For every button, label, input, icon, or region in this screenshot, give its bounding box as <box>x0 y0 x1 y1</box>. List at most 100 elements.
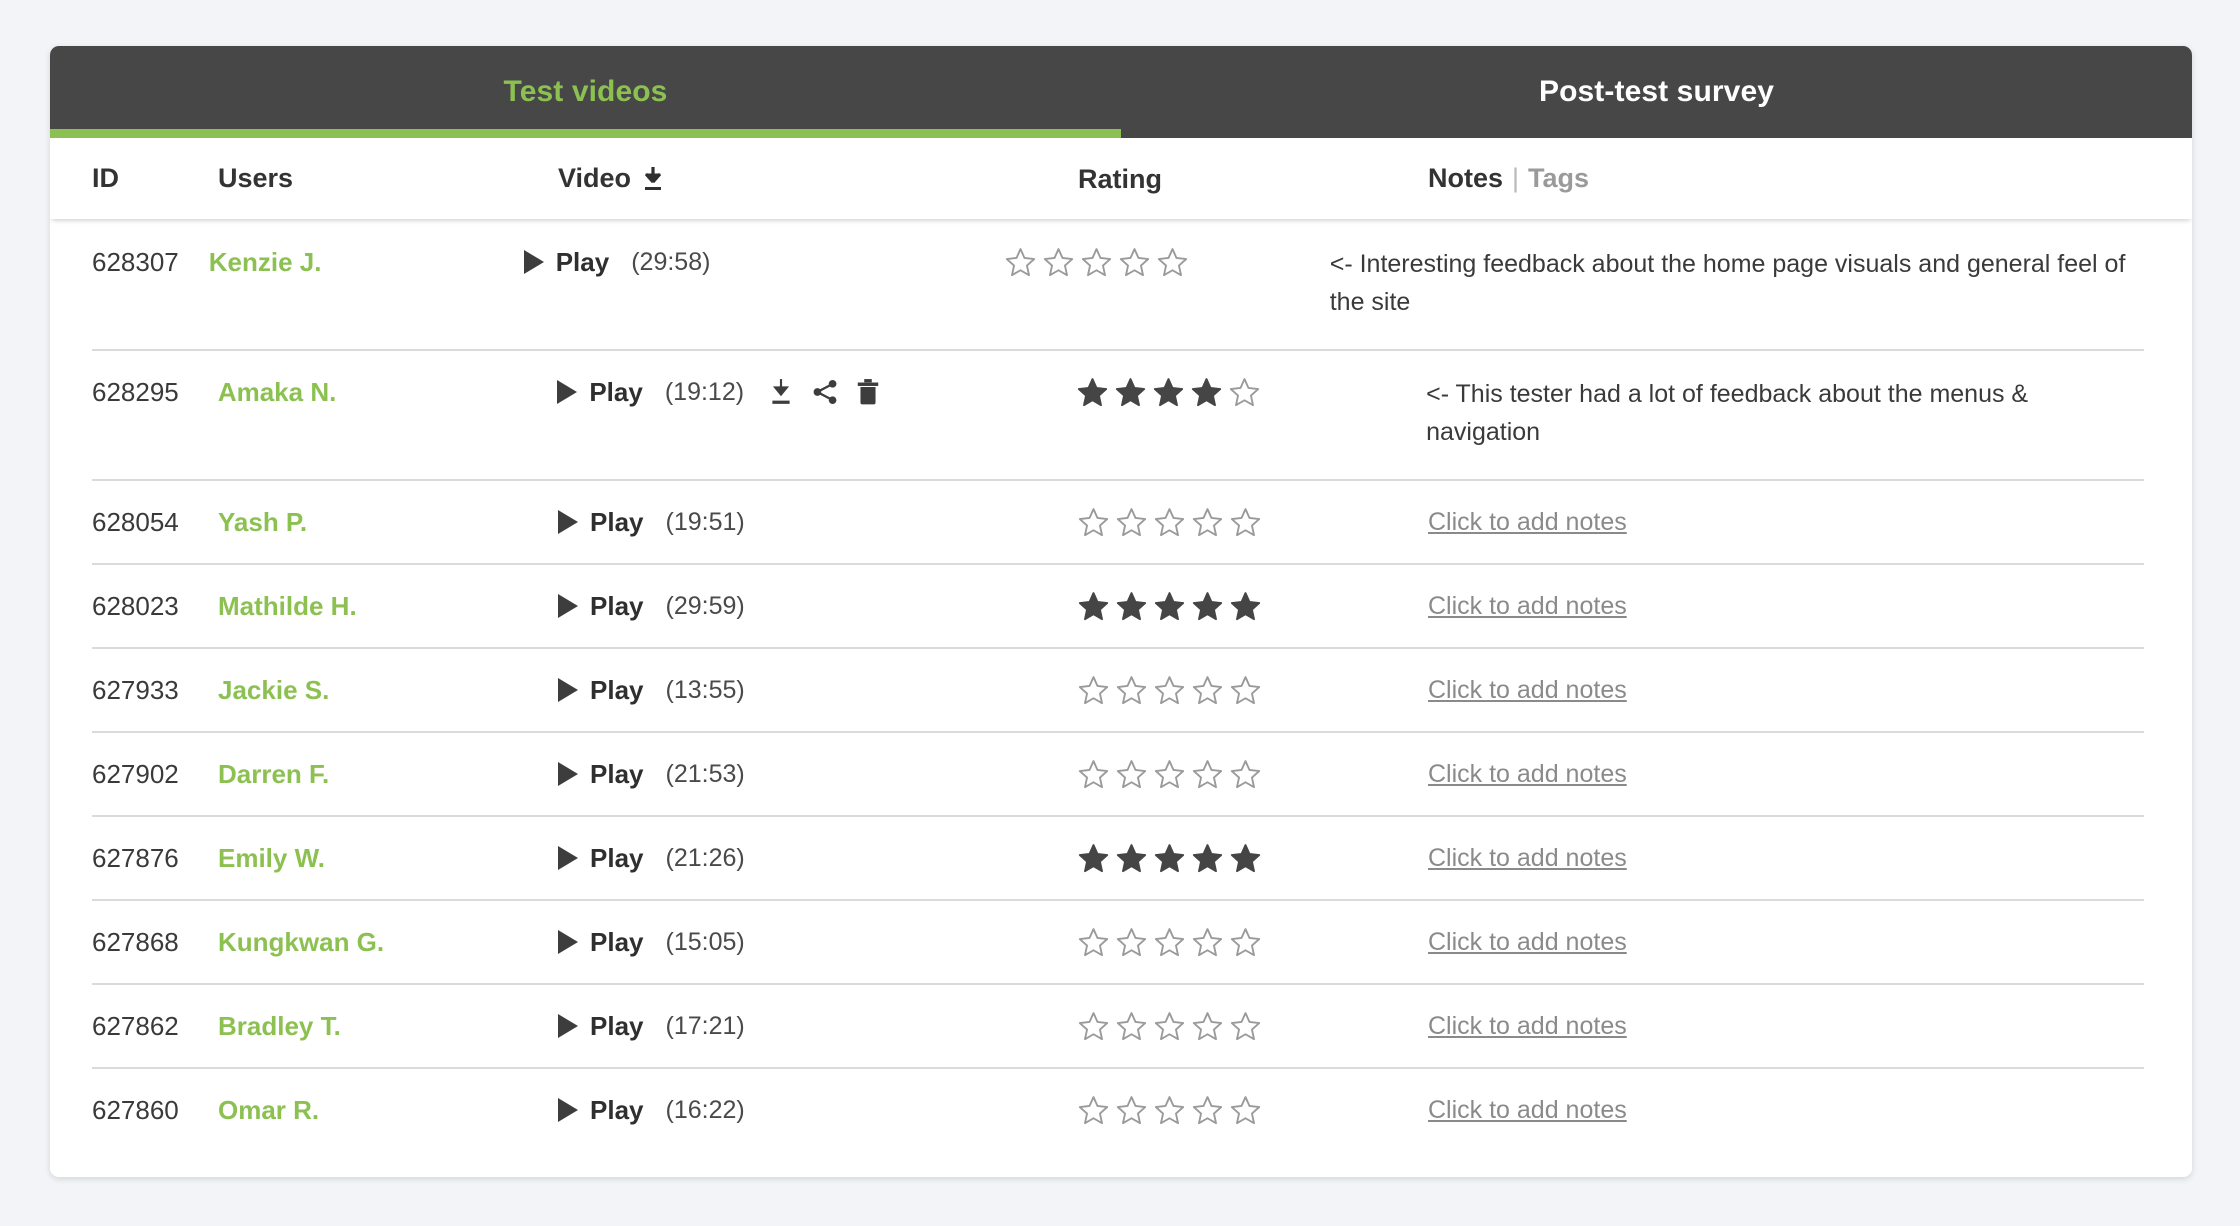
star-rating[interactable] <box>1078 675 1261 706</box>
star-empty-icon[interactable] <box>1078 1011 1109 1042</box>
cell-notes[interactable]: Click to add notes <box>1428 673 2192 707</box>
cell-user[interactable]: Jackie S. <box>218 673 558 707</box>
column-header-notes-label[interactable]: Notes <box>1428 163 1503 194</box>
add-notes-link[interactable]: Click to add notes <box>1428 1093 1627 1127</box>
user-link[interactable]: Kungkwan G. <box>218 925 384 959</box>
star-empty-icon[interactable] <box>1116 507 1147 538</box>
star-empty-icon[interactable] <box>1078 507 1109 538</box>
star-empty-icon[interactable] <box>1154 507 1185 538</box>
add-notes-link[interactable]: Click to add notes <box>1428 757 1627 791</box>
user-link[interactable]: Jackie S. <box>218 673 329 707</box>
star-filled-icon[interactable] <box>1230 843 1261 874</box>
star-empty-icon[interactable] <box>1230 507 1261 538</box>
column-header-tags-label[interactable]: Tags <box>1528 163 1589 194</box>
play-button[interactable]: Play <box>558 1093 644 1127</box>
cell-notes[interactable]: Click to add notes <box>1428 757 2192 791</box>
tab-test-videos[interactable]: Test videos <box>50 46 1121 138</box>
star-filled-icon[interactable] <box>1116 843 1147 874</box>
star-empty-icon[interactable] <box>1192 1095 1223 1126</box>
star-empty-icon[interactable] <box>1081 247 1112 278</box>
star-empty-icon[interactable] <box>1192 927 1223 958</box>
star-filled-icon[interactable] <box>1191 377 1222 408</box>
play-button[interactable]: Play <box>558 925 644 959</box>
cell-notes[interactable]: Click to add notes <box>1428 505 2192 539</box>
play-button[interactable]: Play <box>523 245 609 279</box>
cell-notes[interactable]: <- Interesting feedback about the home p… <box>1330 245 2192 321</box>
star-empty-icon[interactable] <box>1154 927 1185 958</box>
star-rating[interactable] <box>1077 377 1260 408</box>
add-notes-link[interactable]: Click to add notes <box>1428 589 1627 623</box>
table-row[interactable]: 628023 Mathilde H. Play (29:59) Click to add… <box>50 563 2192 647</box>
cell-notes[interactable]: Click to add notes <box>1428 925 2192 959</box>
star-filled-icon[interactable] <box>1077 377 1108 408</box>
play-button[interactable]: Play <box>557 375 643 409</box>
star-filled-icon[interactable] <box>1192 591 1223 622</box>
user-link[interactable]: Kenzie J. <box>209 245 322 279</box>
star-rating[interactable] <box>1078 759 1261 790</box>
star-filled-icon[interactable] <box>1192 843 1223 874</box>
cell-notes[interactable]: Click to add notes <box>1428 1009 2192 1043</box>
star-empty-icon[interactable] <box>1192 1011 1223 1042</box>
star-rating[interactable] <box>1078 1095 1261 1126</box>
table-row[interactable]: 627860 Omar R. Play (16:22) Click to add not… <box>50 1067 2192 1151</box>
play-button[interactable]: Play <box>558 757 644 791</box>
star-empty-icon[interactable] <box>1229 377 1260 408</box>
play-button[interactable]: Play <box>558 841 644 875</box>
star-filled-icon[interactable] <box>1154 843 1185 874</box>
user-link[interactable]: Emily W. <box>218 841 325 875</box>
star-empty-icon[interactable] <box>1230 1095 1261 1126</box>
cell-user[interactable]: Kungkwan G. <box>218 925 558 959</box>
cell-notes[interactable]: Click to add notes <box>1428 1093 2192 1127</box>
star-empty-icon[interactable] <box>1005 247 1036 278</box>
cell-user[interactable]: Darren F. <box>218 757 558 791</box>
star-empty-icon[interactable] <box>1116 1011 1147 1042</box>
table-row[interactable]: 628054 Yash P. Play (19:51) Click to add not… <box>50 479 2192 563</box>
note-text[interactable]: <- This tester had a lot of feedback abo… <box>1426 375 2148 451</box>
cell-user[interactable]: Mathilde H. <box>218 589 558 623</box>
cell-user[interactable]: Yash P. <box>218 505 558 539</box>
tab-post-test-survey[interactable]: Post-test survey <box>1121 46 2192 138</box>
star-empty-icon[interactable] <box>1192 759 1223 790</box>
add-notes-link[interactable]: Click to add notes <box>1428 841 1627 875</box>
add-notes-link[interactable]: Click to add notes <box>1428 673 1627 707</box>
cell-user[interactable]: Emily W. <box>218 841 558 875</box>
star-empty-icon[interactable] <box>1116 759 1147 790</box>
download-icon[interactable] <box>768 378 794 406</box>
play-button[interactable]: Play <box>558 589 644 623</box>
star-empty-icon[interactable] <box>1154 1011 1185 1042</box>
star-empty-icon[interactable] <box>1078 759 1109 790</box>
table-row[interactable]: 627868 Kungkwan G. Play (15:05) Click to add… <box>50 899 2192 983</box>
star-filled-icon[interactable] <box>1078 843 1109 874</box>
star-empty-icon[interactable] <box>1116 675 1147 706</box>
star-empty-icon[interactable] <box>1154 675 1185 706</box>
star-filled-icon[interactable] <box>1115 377 1146 408</box>
share-icon[interactable] <box>811 378 839 406</box>
star-rating[interactable] <box>1078 843 1261 874</box>
star-filled-icon[interactable] <box>1153 377 1184 408</box>
star-empty-icon[interactable] <box>1078 675 1109 706</box>
star-empty-icon[interactable] <box>1157 247 1188 278</box>
table-row[interactable]: 627862 Bradley T. Play (17:21) Click to add … <box>50 983 2192 1067</box>
play-button[interactable]: Play <box>558 673 644 707</box>
user-link[interactable]: Yash P. <box>218 505 307 539</box>
star-empty-icon[interactable] <box>1043 247 1074 278</box>
cell-notes[interactable]: <- This tester had a lot of feedback abo… <box>1426 375 2192 451</box>
cell-notes[interactable]: Click to add notes <box>1428 841 2192 875</box>
star-rating[interactable] <box>1078 507 1261 538</box>
column-header-video[interactable]: Video <box>558 163 1078 194</box>
star-empty-icon[interactable] <box>1192 507 1223 538</box>
add-notes-link[interactable]: Click to add notes <box>1428 1009 1627 1043</box>
user-link[interactable]: Bradley T. <box>218 1009 341 1043</box>
add-notes-link[interactable]: Click to add notes <box>1428 925 1627 959</box>
add-notes-link[interactable]: Click to add notes <box>1428 505 1627 539</box>
star-empty-icon[interactable] <box>1116 927 1147 958</box>
star-empty-icon[interactable] <box>1078 1095 1109 1126</box>
star-filled-icon[interactable] <box>1078 591 1109 622</box>
star-rating[interactable] <box>1078 1011 1261 1042</box>
star-filled-icon[interactable] <box>1154 591 1185 622</box>
star-rating[interactable] <box>1078 927 1261 958</box>
user-link[interactable]: Omar R. <box>218 1093 319 1127</box>
table-row[interactable]: 627933 Jackie S. Play (13:55) Click to add n… <box>50 647 2192 731</box>
star-empty-icon[interactable] <box>1230 927 1261 958</box>
star-rating[interactable] <box>1005 247 1188 278</box>
